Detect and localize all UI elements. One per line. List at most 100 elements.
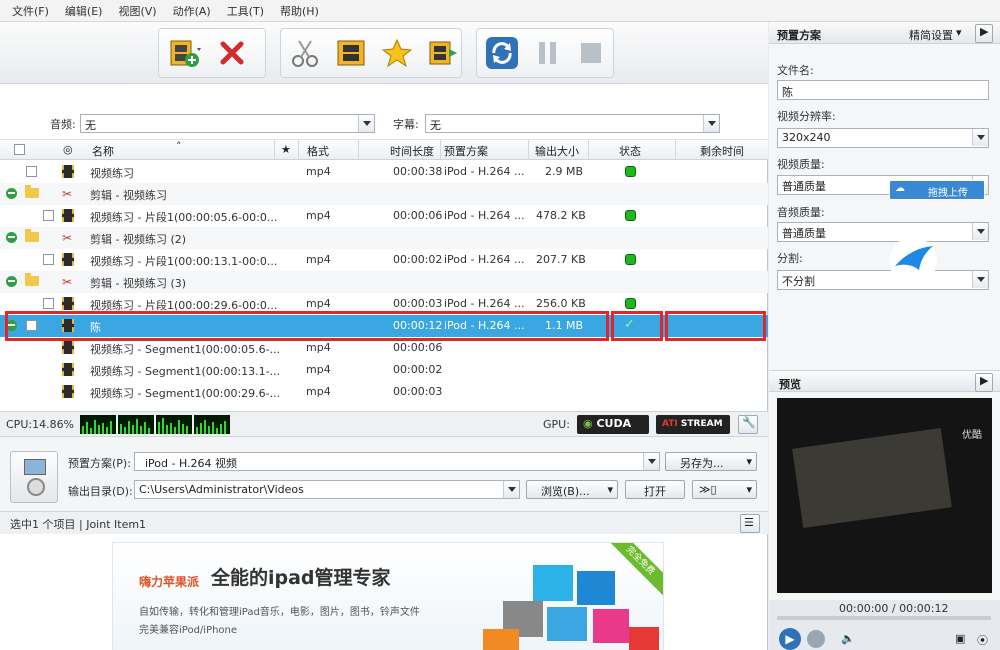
snapshot-icon[interactable]: ▣ <box>955 632 965 645</box>
ad-headline: 全能的ipad管理专家 <box>211 567 391 589</box>
delete-icon <box>220 41 244 65</box>
audio-select[interactable]: 无 <box>80 114 375 133</box>
stop-preview-button[interactable] <box>807 630 825 648</box>
highlight-box-remaining <box>665 311 766 341</box>
film-icon <box>62 385 74 398</box>
chevron-down-icon <box>972 129 988 146</box>
menu-tools[interactable]: 工具(T) <box>227 3 264 19</box>
ad-banner[interactable]: 嗨力苹果派 全能的ipad管理专家 自如传输，转化和管理iPad音乐，电影，图片… <box>112 542 664 650</box>
table-row-group[interactable]: ✂ 剪辑 - 视频练习 (2) <box>0 227 768 249</box>
col-remaining[interactable]: 剩余时间 <box>700 143 744 159</box>
pause-button[interactable] <box>533 36 562 70</box>
chevron-down-icon <box>503 481 519 498</box>
add-video-button[interactable] <box>167 36 201 70</box>
collapse-icon[interactable] <box>6 276 17 287</box>
output-dir-label: 输出目录(D): <box>68 485 133 498</box>
row-checkbox[interactable] <box>43 210 54 221</box>
expand-panel-button[interactable]: ▶ <box>975 24 993 43</box>
row-checkbox[interactable] <box>43 298 54 309</box>
play-icon: ▶ <box>785 632 795 646</box>
settings-button[interactable]: 🔧 <box>738 415 758 434</box>
sort-up-icon: ˄ <box>176 140 182 153</box>
audio-subtitle-row: 音频: 无 字幕: 无 <box>0 84 768 140</box>
menu-help[interactable]: 帮助(H) <box>280 3 319 19</box>
table-row[interactable]: 视频练习 - Segment1(00:00:13.1-... mp4 00:00… <box>0 359 768 381</box>
col-size[interactable]: 输出大小 <box>535 143 579 159</box>
drag-upload-button[interactable]: ☁ 拖拽上传 <box>889 180 985 200</box>
resolution-select[interactable]: 320x240 <box>777 128 989 148</box>
browse-button[interactable]: 浏览(B)... ▾ <box>526 480 618 499</box>
log-button[interactable]: ☰ <box>740 514 760 533</box>
chevron-down-icon <box>972 223 988 240</box>
expand-preview-button[interactable]: ▶ <box>975 373 993 392</box>
table-row-group[interactable]: ✂ 剪辑 - 视频练习 <box>0 183 768 205</box>
save-as-button[interactable]: 另存为... ▾ <box>665 452 757 471</box>
chevron-down-icon <box>703 115 719 132</box>
menu-view[interactable]: 视图(V) <box>118 3 156 19</box>
select-all-checkbox[interactable] <box>14 144 25 155</box>
film-button[interactable] <box>335 36 367 70</box>
table-row[interactable]: 视频练习 mp4 00:00:38 iPod - H.264 ... 2.9 M… <box>0 161 768 183</box>
chevron-right-icon: ▶ <box>980 374 989 387</box>
ad-brand: 嗨力苹果派 <box>139 575 200 589</box>
chevron-down-icon: ▾ <box>956 26 962 39</box>
preset-label: 预置方案(P): <box>68 457 131 470</box>
output-dir-value: C:\Users\Administrator\Videos <box>139 483 304 496</box>
selection-status: 选中1 个项目 | Joint Item1 <box>10 518 147 531</box>
menu-file[interactable]: 文件(F) <box>12 3 49 19</box>
row-checkbox[interactable] <box>43 254 54 265</box>
delete-button[interactable] <box>215 36 249 70</box>
col-preset[interactable]: 预置方案 <box>444 143 488 159</box>
subtitle-select[interactable]: 无 <box>425 114 720 133</box>
preset-select[interactable]: iPod - H.264 视频 <box>134 452 660 471</box>
merge-button[interactable] <box>427 36 459 70</box>
transfer-device-button[interactable]: ≫▯ ▾ <box>692 480 757 499</box>
open-folder-button[interactable]: 打开 <box>625 480 685 499</box>
output-settings: 预置方案(P): iPod - H.264 视频 另存为... ▾ 输出目录(D)… <box>0 437 768 512</box>
ad-line1: 自如传输，转化和管理iPad音乐，电影，图片，图书，铃声文件 <box>139 607 420 618</box>
effect-button[interactable] <box>381 36 413 70</box>
volume-icon[interactable]: 🔈 <box>841 632 855 645</box>
simple-settings-dropdown[interactable]: 精简设置 <box>909 27 953 43</box>
camera-icon[interactable]: ⦿ <box>977 632 988 648</box>
play-button[interactable]: ▶ <box>779 628 801 650</box>
col-format[interactable]: 格式 <box>307 143 329 159</box>
table-row[interactable]: 视频练习 - Segment1(00:00:29.6-... mp4 00:00… <box>0 381 768 403</box>
cuda-badge[interactable]: ◉ CUDA <box>577 415 649 434</box>
col-status[interactable]: 状态 <box>619 143 641 159</box>
preview-title: 预览 <box>779 378 801 391</box>
film-icon <box>62 165 74 178</box>
stop-icon <box>580 43 601 63</box>
menu-edit[interactable]: 编辑(E) <box>65 3 103 19</box>
col-star[interactable]: ★ <box>281 143 291 156</box>
toolbar-group-file <box>158 28 266 78</box>
col-name[interactable]: 名称 <box>92 143 114 159</box>
table-row[interactable]: 视频练习 - 片段1(00:00:05.6-00:0... mp4 00:00:… <box>0 205 768 227</box>
cut-button[interactable] <box>289 36 321 70</box>
menu-action[interactable]: 动作(A) <box>173 3 211 19</box>
seek-slider[interactable] <box>777 616 991 620</box>
preset-value: iPod - H.264 视频 <box>145 457 238 470</box>
table-row[interactable]: 视频练习 - 片段1(00:00:13.1-00:0... mp4 00:00:… <box>0 249 768 271</box>
ati-icon: ATI <box>662 419 678 429</box>
transfer-icon: ≫▯ <box>699 483 717 496</box>
video-preview[interactable]: 优酷 <box>777 398 992 593</box>
pause-icon <box>538 42 556 64</box>
cpu-usage: CPU:14.86% <box>6 418 75 431</box>
list-icon: ☰ <box>744 516 754 529</box>
collapse-icon[interactable] <box>6 232 17 243</box>
ati-stream-badge[interactable]: ATI STREAM <box>656 415 730 434</box>
video-quality-label: 视频质量: <box>777 158 825 171</box>
main-pane: 音频: 无 字幕: 无 ◎ 名称 ˄ ★ 格式 时间长度 预置方案 输出大小 状… <box>0 22 768 650</box>
table-row-group[interactable]: ✂ 剪辑 - 视频练习 (3) <box>0 271 768 293</box>
preview-watermark: 优酷 <box>962 430 982 441</box>
filename-input[interactable]: 陈 <box>777 80 989 100</box>
convert-button[interactable] <box>485 36 519 70</box>
row-checkbox[interactable] <box>26 166 37 177</box>
col-duration[interactable]: 时间长度 <box>390 143 434 159</box>
subtitle-label: 字幕: <box>393 118 419 131</box>
collapse-icon[interactable] <box>6 188 17 199</box>
folder-icon <box>25 185 39 198</box>
stop-button[interactable] <box>576 36 605 70</box>
output-dir-select[interactable]: C:\Users\Administrator\Videos <box>134 480 520 499</box>
